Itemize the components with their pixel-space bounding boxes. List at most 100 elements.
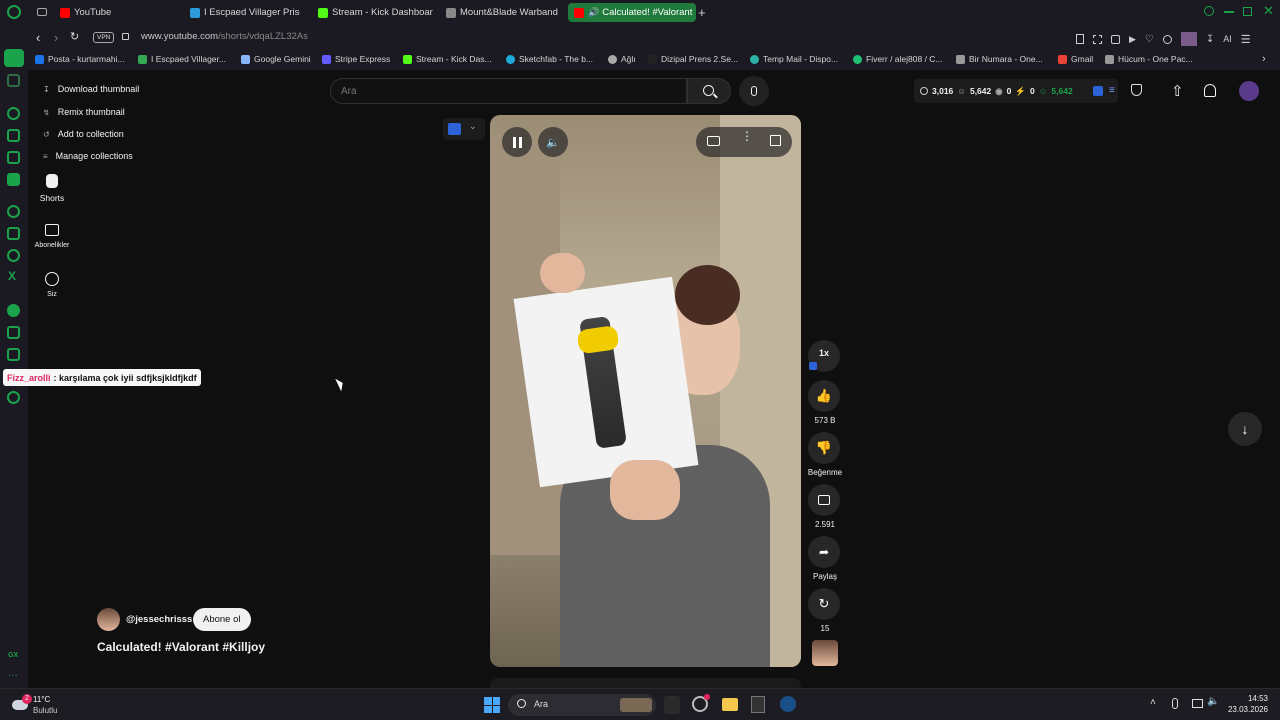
shorts-player[interactable]: 🔈 ⋮ (490, 115, 801, 667)
workspaces-icon[interactable] (7, 74, 20, 87)
ext-iq-icon[interactable] (1093, 86, 1103, 96)
play-icon[interactable]: ▶ (1129, 34, 1136, 45)
download-thumbnail-item[interactable]: ↧ Download thumbnail (43, 84, 139, 94)
bookmark-tempmail[interactable]: Temp Mail - Dispo... (750, 54, 838, 64)
add-to-collection-item[interactable]: ↺ Add to collection (43, 129, 124, 139)
dislike-button[interactable]: 👎 (808, 432, 840, 464)
tray-overflow-icon[interactable]: ˄ (1150, 697, 1156, 708)
ai-icon[interactable]: AI (1223, 34, 1232, 44)
extensions-icon[interactable] (1162, 34, 1172, 44)
taskbar-app-epic[interactable] (751, 696, 765, 713)
weather-widget[interactable]: 2 11°C Bulutlu (10, 693, 70, 717)
bookmark-sketchfab[interactable]: Sketchfab - The b... (506, 54, 593, 64)
fullscreen-icon[interactable] (770, 135, 781, 146)
pinboard-icon[interactable] (7, 326, 20, 339)
tiktok-icon[interactable] (7, 249, 20, 262)
tab-mount-blade[interactable]: Mount&Blade Warband - (446, 3, 558, 22)
gx-corner-icon[interactable]: GX (8, 652, 18, 659)
flow-icon[interactable] (1111, 34, 1120, 44)
bookmark-hucum[interactable]: Hücum - One Pac... (1105, 54, 1193, 64)
x-icon[interactable]: X (8, 269, 16, 283)
bookmark-fiverr[interactable]: Fiverr / alej808 / C... (853, 54, 943, 64)
search-input[interactable] (341, 84, 661, 99)
clock-time[interactable]: 14:53 (1222, 694, 1268, 703)
more-options-icon[interactable]: ⋮ (741, 130, 753, 142)
spotify-icon[interactable] (7, 304, 20, 317)
bookmark-posta[interactable]: Posta - kurtarmahi... (35, 54, 125, 64)
opera-logo-icon[interactable] (7, 5, 21, 19)
minimize-button[interactable] (1224, 11, 1234, 13)
url-field[interactable]: www.youtube.com/shorts/vdqaLZL32As (141, 31, 308, 42)
upload-icon[interactable]: ⇧ (1171, 82, 1184, 100)
share-button[interactable]: ➦ (808, 536, 840, 568)
microphone-tray-icon[interactable] (1172, 698, 1178, 709)
photos-icon[interactable] (7, 151, 20, 164)
chatgpt-icon[interactable] (7, 107, 20, 120)
search-tabs-icon[interactable] (1204, 6, 1214, 16)
avatar[interactable] (1239, 81, 1259, 101)
back-icon[interactable]: ‹ (36, 30, 40, 45)
bookmark-gemini[interactable]: Google Gemini (241, 54, 311, 64)
forward-icon[interactable]: › (54, 30, 58, 45)
bookmark-villager[interactable]: I Escpaed Villager... (138, 54, 226, 64)
trophy-icon[interactable] (1131, 84, 1142, 96)
heart-icon[interactable]: ♡ (1145, 34, 1154, 45)
nav-shorts[interactable]: Shorts (22, 172, 82, 203)
remix-thumbnail-item[interactable]: ↯ Remix thumbnail (43, 107, 125, 117)
snapshot-icon[interactable] (1093, 34, 1102, 44)
tab-kick-dashboard[interactable]: Stream - Kick Dashboard (318, 3, 433, 22)
menu-icon[interactable]: ☰ (1241, 33, 1251, 46)
subscribe-button[interactable]: Abone ol (193, 608, 251, 631)
search-box[interactable] (330, 78, 687, 104)
nav-you[interactable]: Siz (22, 271, 82, 301)
tab-youtube[interactable]: YouTube (60, 3, 170, 22)
taskbar-app-steam[interactable] (780, 696, 796, 712)
taskbar-search[interactable]: Ara (508, 694, 656, 716)
manage-collections-item[interactable]: ≡ Manage collections (43, 151, 133, 161)
bookmark-dizipal[interactable]: Dizipal Prens 2.Se... (648, 54, 738, 64)
bookmark-stripe[interactable]: Stripe Express (322, 54, 390, 64)
bookmark-gmail[interactable]: Gmail (1058, 54, 1093, 64)
tab-switcher-icon[interactable] (37, 8, 47, 16)
messenger-icon[interactable] (7, 205, 20, 218)
like-button[interactable]: 👍 (808, 380, 840, 412)
channel-avatar[interactable] (97, 608, 120, 631)
comments-button[interactable] (808, 484, 840, 516)
bookmarks-overflow-icon[interactable]: › (1262, 53, 1266, 65)
display-tray-icon[interactable] (1192, 699, 1203, 708)
settings-icon[interactable] (7, 391, 20, 404)
history-icon[interactable] (7, 348, 20, 361)
remix-button[interactable]: ↻ (808, 588, 840, 620)
maximize-button[interactable] (1243, 7, 1252, 16)
bookmark-agli[interactable]: Ağlı (608, 54, 636, 64)
volume-tray-icon[interactable]: 🔈 (1207, 696, 1219, 707)
sound-thumbnail[interactable] (812, 640, 838, 666)
tab-villager[interactable]: I Escpaed Villager Prison (190, 3, 300, 22)
next-short-button[interactable]: ↓ (1228, 412, 1262, 446)
tab-calculated-active[interactable]: 🔊 Calculated! #Valorant (568, 3, 696, 22)
vpn-badge[interactable]: VPN (93, 32, 115, 43)
whatsapp-icon[interactable] (7, 173, 20, 186)
taskbar-app-explorer[interactable] (722, 698, 738, 711)
reload-icon[interactable]: ↻ (70, 30, 79, 43)
volume-button[interactable]: 🔈 (538, 127, 568, 157)
quality-extension-button[interactable]: ⌄ (443, 118, 485, 140)
windows-start-icon[interactable] (484, 697, 500, 713)
more-icon[interactable]: ··· (8, 670, 18, 681)
search-button[interactable] (687, 78, 731, 104)
taskbar-app-cursor[interactable] (664, 696, 680, 714)
nav-subscriptions[interactable]: Abonelikler (22, 222, 82, 252)
voice-search-button[interactable] (739, 76, 769, 106)
close-button[interactable]: ✕ (1263, 3, 1274, 19)
clock-date[interactable]: 23.03.2026 (1222, 705, 1268, 714)
channel-handle[interactable]: @jessechrisss (126, 614, 192, 625)
download-icon[interactable]: ↧ (1206, 34, 1214, 45)
bookmark-onepiece[interactable]: Bir Numara - One... (956, 54, 1043, 64)
new-tab-button[interactable]: + (698, 5, 706, 20)
ext-list-icon[interactable]: ≡ (1109, 85, 1115, 96)
pause-button[interactable] (502, 127, 532, 157)
aria-icon[interactable] (7, 129, 20, 142)
profile-thumbnail-icon[interactable] (1180, 32, 1197, 46)
notifications-bell-icon[interactable] (1204, 84, 1216, 97)
pin-icon[interactable] (1076, 34, 1084, 44)
